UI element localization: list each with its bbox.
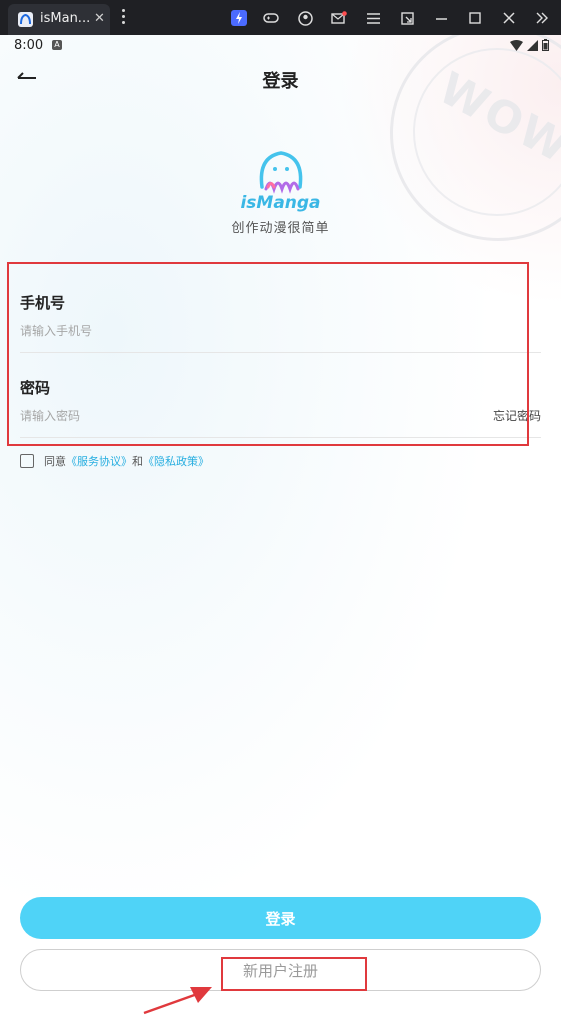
gamepad-icon[interactable] [260,7,282,29]
ismanga-logo-icon [259,151,303,194]
status-bar: 8:00 A [0,35,561,57]
phone-screen: WOW! 8:00 A 登录 isManga 创作动漫很简单 手机号 密码 忘记… [0,35,561,1030]
agree-and: 和 [132,455,143,468]
annotation-arrow-icon [143,987,212,1015]
app-logo-icon [18,12,33,27]
more-options-icon[interactable] [120,9,126,27]
form-highlight-annotation [7,262,529,446]
login-button[interactable]: 登录 [20,897,541,939]
wifi-icon [510,39,523,51]
notification-badge: A [52,40,62,50]
collapse-icon[interactable] [530,7,552,29]
account-icon[interactable] [294,7,316,29]
tab-title: isMan... [40,11,91,26]
brand-slogan: 创作动漫很简单 [231,221,330,236]
close-icon[interactable] [498,7,520,29]
emulator-title-bar: isMan... ✕ [0,0,561,35]
status-time: 8:00 [14,38,44,53]
privacy-link[interactable]: 《隐私政策》 [143,453,209,469]
brand-name: isManga [240,193,321,213]
menu-icon[interactable] [362,7,384,29]
tab-close-icon[interactable]: ✕ [94,11,105,26]
agree-prefix: 同意 [44,455,66,468]
battery-icon [542,39,549,51]
emulator-logo-icon[interactable] [228,7,250,29]
agreement-row: 同意 《服务协议》 和 《隐私政策》 [20,452,209,470]
agree-checkbox[interactable] [20,454,34,468]
app-tab[interactable]: isMan... ✕ [8,4,110,35]
signal-icon [527,39,538,51]
mail-icon[interactable] [328,7,350,29]
maximize-icon[interactable] [464,7,486,29]
terms-link[interactable]: 《服务协议》 [66,453,132,469]
minimize-icon[interactable] [430,7,452,29]
page-title: 登录 [262,71,299,92]
register-highlight-annotation [221,957,367,991]
popout-icon[interactable] [396,7,418,29]
status-icons [510,39,549,51]
